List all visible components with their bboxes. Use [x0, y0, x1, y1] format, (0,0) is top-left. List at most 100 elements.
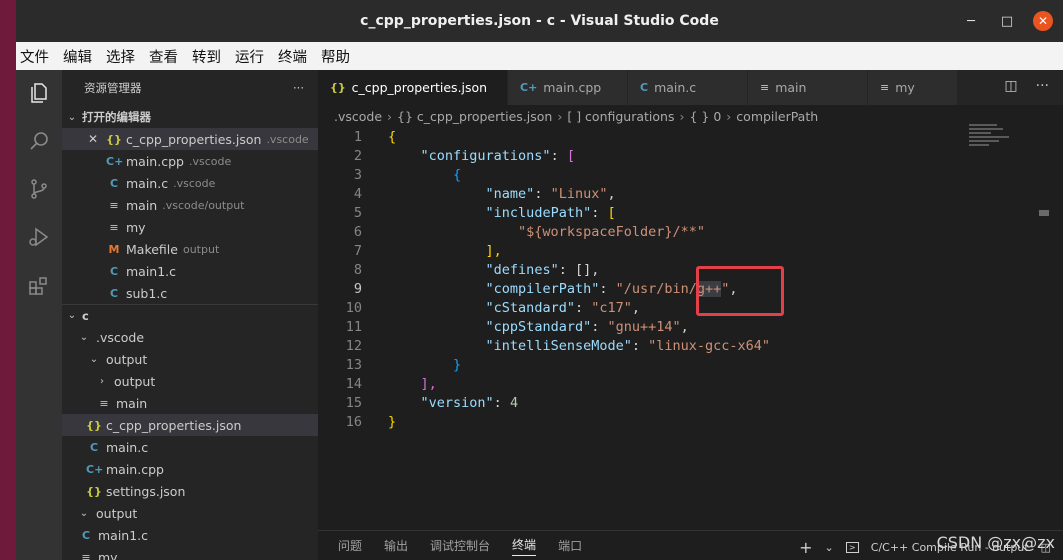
c-file-icon: C [109, 176, 119, 190]
add-terminal-icon[interactable]: + [799, 538, 812, 557]
tree-file[interactable]: ≡ my [62, 546, 318, 560]
explorer-icon[interactable] [26, 80, 52, 106]
menu-go[interactable]: 转到 [192, 46, 221, 67]
menu-help[interactable]: 帮助 [321, 46, 350, 67]
code-token: } [453, 356, 462, 373]
tree-folder[interactable]: ⌄ output [62, 502, 318, 524]
line-number: 15 [345, 394, 362, 411]
code-token: [], [574, 261, 600, 278]
open-editor-item[interactable]: ≡ main .vscode/output [62, 194, 318, 216]
code-line: 5 "includePath": [ [318, 203, 1063, 222]
close-button[interactable]: ✕ [1033, 11, 1053, 31]
open-editor-item[interactable]: ✕ {} c_cpp_properties.json .vscode [62, 128, 318, 150]
text-file-icon: ≡ [880, 81, 890, 94]
tab-c-cpp-properties[interactable]: {} c_cpp_properties.json [318, 70, 508, 105]
breadcrumb-item[interactable]: .vscode [334, 109, 382, 124]
open-editor-item[interactable]: M Makefile output [62, 238, 318, 260]
menu-run[interactable]: 运行 [235, 46, 264, 67]
text-file-icon: ≡ [99, 396, 109, 410]
panel-tab-problems[interactable]: 问题 [338, 537, 362, 554]
line-number: 14 [345, 375, 362, 392]
tab-main-cpp[interactable]: C+ main.cpp [508, 70, 628, 105]
scrollbar-thumb[interactable] [1039, 210, 1049, 216]
line-number: 11 [345, 318, 362, 335]
code-line: 7 ], [318, 241, 1063, 260]
json-file-icon: {} [106, 132, 122, 146]
menu-edit[interactable]: 编辑 [63, 46, 92, 67]
chevron-down-icon[interactable]: ⌄ [825, 541, 834, 554]
maximize-button[interactable]: □ [997, 11, 1017, 31]
tab-actions: ◫ ··· [1004, 78, 1049, 94]
menu-file[interactable]: 文件 [20, 46, 49, 67]
tree-label: output [96, 505, 138, 521]
more-actions-icon[interactable]: ··· [1036, 78, 1049, 94]
breadcrumb-item[interactable]: compilerPath [736, 109, 818, 124]
menu-selection[interactable]: 选择 [106, 46, 135, 67]
minimap[interactable] [969, 124, 1019, 164]
open-editor-label: sub1.c [126, 285, 168, 301]
code-token: "cppStandard" [485, 318, 592, 335]
line-number: 3 [353, 166, 362, 183]
folder-section[interactable]: ⌄ c [62, 304, 318, 326]
tree-folder[interactable]: ⌄ output [62, 348, 318, 370]
menu-view[interactable]: 查看 [149, 46, 178, 67]
panel-tab-ports[interactable]: 端口 [558, 537, 582, 554]
cpp-file-icon: C+ [86, 462, 104, 476]
tree-label: main1.c [98, 527, 149, 543]
panel-tab-terminal[interactable]: 终端 [512, 536, 537, 556]
tree-folder[interactable]: ⌄ .vscode [62, 326, 318, 348]
split-editor-icon[interactable]: ◫ [1004, 78, 1017, 94]
tab-my[interactable]: ≡ my [868, 70, 958, 105]
more-actions-icon[interactable]: ··· [293, 81, 304, 95]
code-editor[interactable]: 1{ 2 "configurations": [ 3 { 4 "name": "… [318, 127, 1063, 560]
tab-label: main.c [654, 80, 697, 95]
tree-file[interactable]: ≡ main [62, 392, 318, 414]
panel-tab-output[interactable]: 输出 [384, 537, 408, 554]
tree-file[interactable]: C main1.c [62, 524, 318, 546]
breadcrumb-item[interactable]: [ ] configurations [567, 109, 674, 124]
explorer-sidebar: 资源管理器 ··· ⌄ 打开的编辑器 ✕ {} c_cpp_properties… [62, 70, 318, 560]
open-editor-item[interactable]: ≡ my [62, 216, 318, 238]
tree-file[interactable]: {} settings.json [62, 480, 318, 502]
code-token: "gnu++14" [607, 318, 681, 335]
explorer-header: 资源管理器 ··· [62, 70, 318, 106]
line-number: 9 [353, 280, 362, 297]
panel-tab-debug-console[interactable]: 调试控制台 [430, 537, 490, 554]
tab-main[interactable]: ≡ main [748, 70, 868, 105]
code-token: } [388, 413, 397, 430]
code-token: "defines" [485, 261, 559, 278]
line-number: 2 [353, 147, 362, 164]
json-file-icon: {} [86, 418, 102, 432]
open-editors-section[interactable]: ⌄ 打开的编辑器 [62, 106, 318, 128]
open-editor-item[interactable]: C+ main.cpp .vscode [62, 150, 318, 172]
tab-main-c[interactable]: C main.c [628, 70, 748, 105]
extensions-icon[interactable] [26, 272, 52, 298]
breadcrumb-item[interactable]: { } 0 [689, 109, 721, 124]
source-control-icon[interactable] [26, 176, 52, 202]
open-editor-item[interactable]: C sub1.c [62, 282, 318, 304]
code-token: [ [566, 147, 575, 164]
search-icon[interactable] [26, 128, 52, 154]
breadcrumb-item[interactable]: {} c_cpp_properties.json [397, 109, 552, 124]
open-editor-item[interactable]: C main.c .vscode [62, 172, 318, 194]
code-line: 6 "${workspaceFolder}/**" [318, 222, 1063, 241]
chevron-right-icon: › [387, 108, 393, 124]
minimize-button[interactable]: ─ [961, 11, 981, 31]
open-editor-label: c_cpp_properties.json [126, 131, 262, 147]
open-editor-item[interactable]: C main1.c [62, 260, 318, 282]
tree-folder[interactable]: › output [62, 370, 318, 392]
code-token: ], [485, 242, 502, 259]
tree-file[interactable]: {} c_cpp_properties.json [62, 414, 318, 436]
terminal-icon: > [845, 542, 859, 553]
close-editor-icon[interactable]: ✕ [88, 132, 102, 146]
open-editor-desc: .vscode [188, 154, 232, 168]
code-line: 12 "intelliSenseMode": "linux-gcc-x64" [318, 336, 1063, 355]
tree-file[interactable]: C main.c [62, 436, 318, 458]
makefile-icon: M [108, 242, 120, 256]
line-number: 6 [353, 223, 362, 240]
run-debug-icon[interactable] [26, 224, 52, 250]
tree-label: output [114, 373, 156, 389]
menu-terminal[interactable]: 终端 [278, 46, 307, 67]
tree-file[interactable]: C+ main.cpp [62, 458, 318, 480]
line-number: 16 [345, 413, 362, 430]
